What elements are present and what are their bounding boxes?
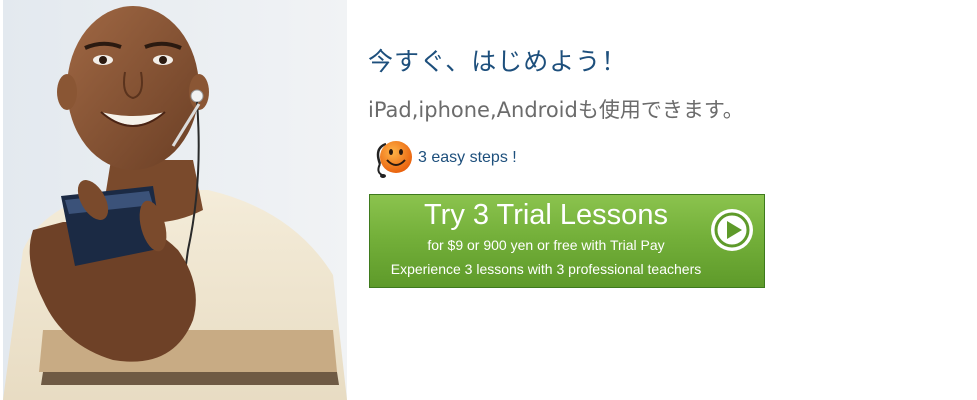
headline: 今すぐ、はじめよう！ — [368, 47, 628, 76]
smiley-headset-icon — [376, 141, 412, 178]
easy-steps-label: 3 easy steps ! — [418, 149, 517, 166]
cta-title: Try 3 Trial Lessons — [424, 199, 668, 231]
cta-description: Experience 3 lessons with 3 professional… — [390, 261, 702, 277]
play-arrow-icon — [711, 209, 753, 251]
cta-price: for $9 or 900 yen or free with Trial Pay — [427, 237, 665, 253]
smiling-man-photo-icon — [3, 0, 347, 400]
easy-steps[interactable]: 3 easy steps ! — [368, 138, 517, 180]
device-support-text: iPad,iphone,Androidも使用できます。 — [368, 98, 744, 122]
try-trial-lessons-button[interactable]: Try 3 Trial Lessons for $9 or 900 yen or… — [369, 194, 765, 288]
hero-photo — [3, 0, 347, 400]
